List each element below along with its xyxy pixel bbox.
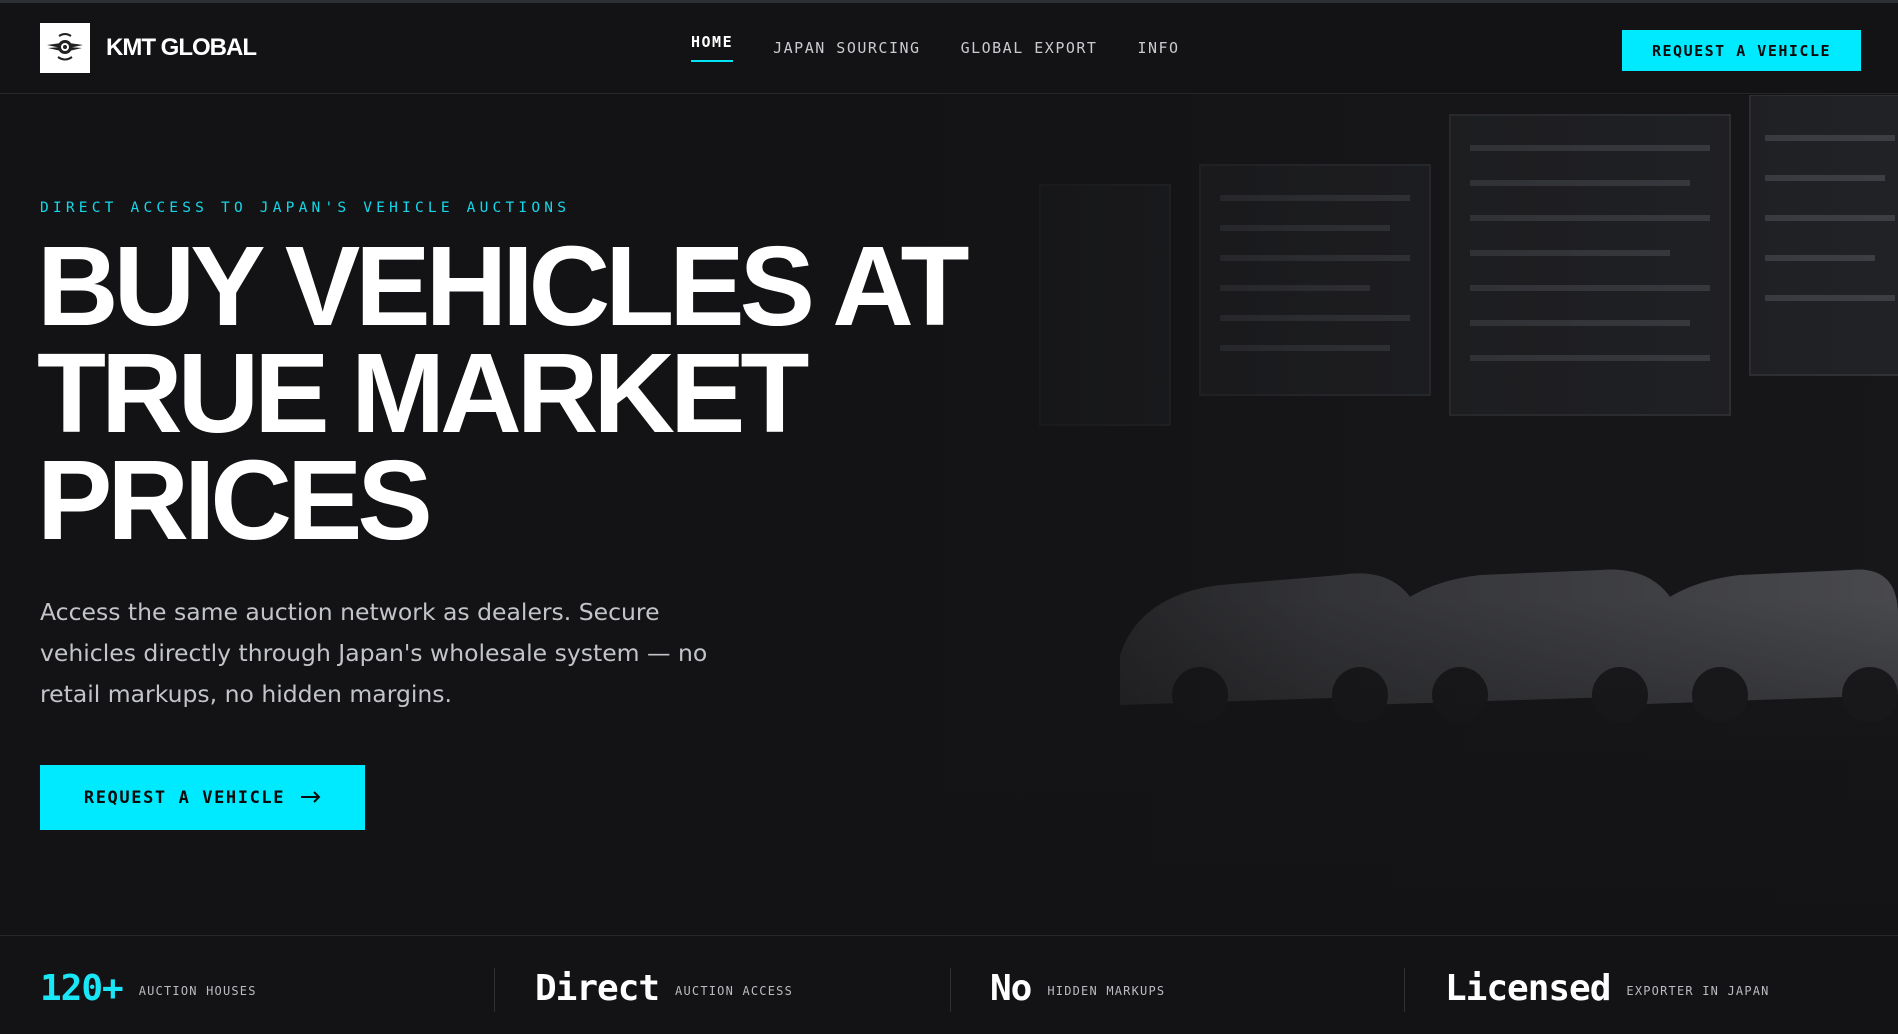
stat-licensed-exporter: Licensed EXPORTER IN JAPAN [1445, 968, 1770, 1009]
stats-bar: 120+ AUCTION HOUSES Direct AUCTION ACCES… [0, 935, 1898, 1034]
stat-label: AUCTION HOUSES [138, 983, 257, 998]
hero-lead-text: Access the same auction network as deale… [40, 598, 708, 708]
stat-auction-houses: 120+ AUCTION HOUSES [40, 968, 257, 1009]
stat-divider [494, 968, 495, 1012]
hero-headline: BUY VEHICLES AT TRUE MARKET PRICES [37, 223, 977, 563]
stat-value: 120+ [40, 968, 124, 1009]
nav-home[interactable]: HOME [691, 33, 733, 62]
stat-value: No [990, 968, 1032, 1009]
headline-line-2: TRUE MARKET [37, 330, 809, 456]
nav-info[interactable]: INFO [1137, 33, 1179, 57]
headline-line-1: BUY VEHICLES AT [37, 223, 970, 349]
stat-label: AUCTION ACCESS [675, 983, 793, 998]
stat-label: EXPORTER IN JAPAN [1626, 983, 1770, 998]
stat-hidden-markups: No HIDDEN MARKUPS [990, 968, 1165, 1009]
brand-logo[interactable]: KMT GLOBAL [40, 23, 257, 73]
nav-global-export[interactable]: GLOBAL EXPORT [961, 33, 1098, 57]
stat-divider [950, 968, 951, 1012]
stat-value: Direct [535, 968, 660, 1009]
header-request-vehicle-button[interactable]: REQUEST A VEHICLE [1622, 30, 1861, 71]
hero-cta-label: REQUEST A VEHICLE [83, 787, 286, 808]
stat-divider [1404, 968, 1405, 1012]
arrow-right-icon [301, 788, 321, 808]
stat-label: HIDDEN MARKUPS [1047, 983, 1166, 998]
headline-line-3: PRICES [37, 437, 433, 563]
stat-auction-access: Direct AUCTION ACCESS [535, 968, 793, 1009]
main-nav: HOME JAPAN SOURCING GLOBAL EXPORT INFO [691, 33, 1180, 62]
nav-japan-sourcing[interactable]: JAPAN SOURCING [773, 33, 920, 57]
hero-request-vehicle-button[interactable]: REQUEST A VEHICLE [40, 765, 365, 830]
hero-eyebrow: DIRECT ACCESS TO JAPAN'S VEHICLE AUCTION… [40, 200, 571, 216]
stat-value: Licensed [1445, 968, 1611, 1009]
winged-emblem-icon [40, 23, 90, 73]
site-header: KMT GLOBAL HOME JAPAN SOURCING GLOBAL EX… [0, 3, 1898, 94]
hero-section: DIRECT ACCESS TO JAPAN'S VEHICLE AUCTION… [0, 95, 1898, 935]
brand-name: KMT GLOBAL [106, 34, 257, 61]
